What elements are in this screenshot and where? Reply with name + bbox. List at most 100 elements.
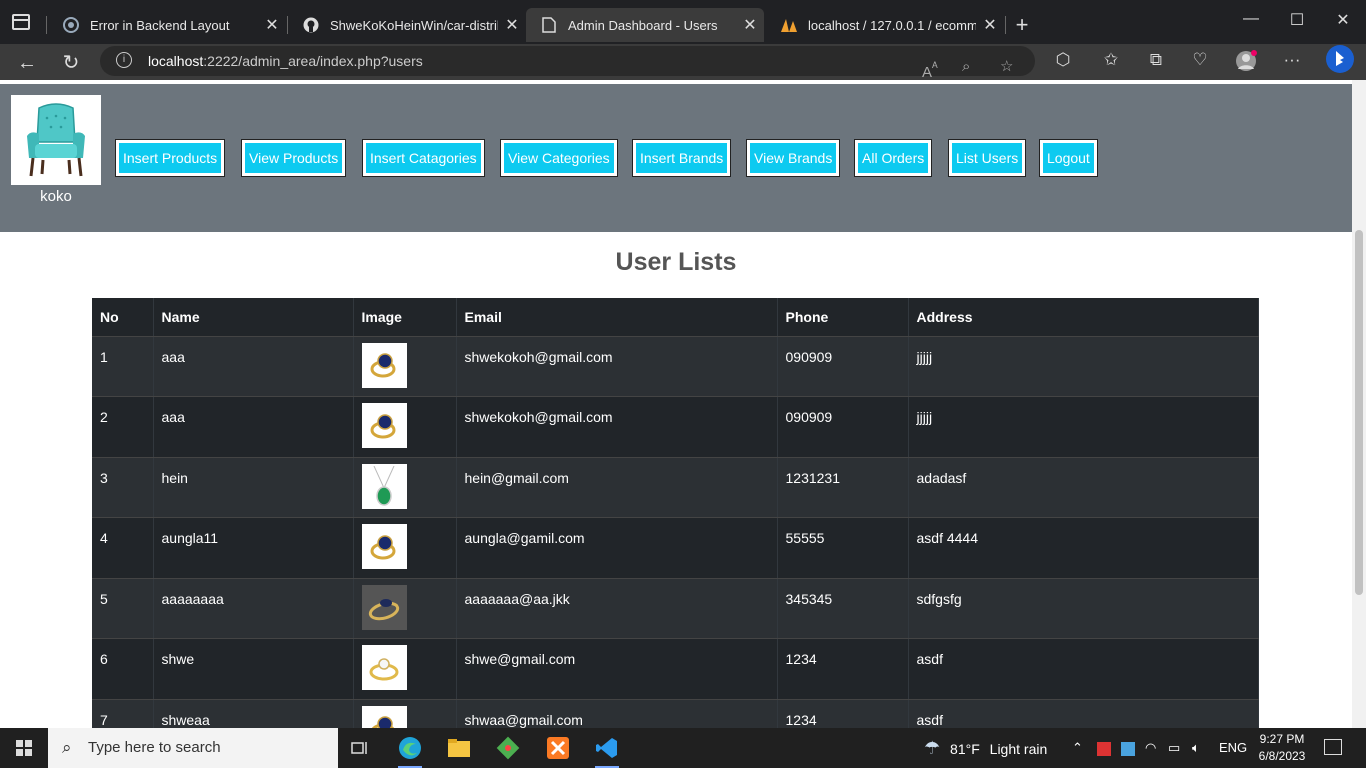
weather-widget[interactable]: ☂ 81°F Light rain bbox=[924, 728, 1047, 768]
cell-address: asdf bbox=[908, 638, 1259, 700]
view-categories-button[interactable]: View Categories bbox=[500, 139, 618, 177]
insert-brands-button[interactable]: Insert Brands bbox=[632, 139, 732, 177]
nav-label: View Products bbox=[245, 143, 343, 173]
cell-no: 4 bbox=[92, 517, 154, 579]
windows-start-icon[interactable] bbox=[16, 740, 32, 756]
minimize-icon[interactable]: — bbox=[1228, 10, 1274, 28]
close-icon[interactable]: ✕ bbox=[498, 15, 526, 35]
edge-taskbar-icon[interactable] bbox=[390, 732, 430, 768]
xampp-icon[interactable] bbox=[538, 732, 578, 764]
tab-admin-dashboard[interactable]: Admin Dashboard - Users ✕ bbox=[526, 8, 764, 42]
user-image bbox=[361, 645, 407, 690]
url-field[interactable]: i localhost:2222/admin_area/index.php?us… bbox=[100, 46, 1035, 81]
list-users-button[interactable]: List Users bbox=[948, 139, 1027, 177]
cell-email: shwe@gmail.com bbox=[456, 638, 778, 700]
back-icon[interactable]: ← bbox=[12, 48, 42, 78]
table-row: 1 aaa shwekokoh@gmail.com 090909 jjjjj bbox=[92, 336, 1259, 397]
browser-essentials-icon[interactable]: ♡ bbox=[1188, 50, 1212, 70]
cell-address: sdfgsfg bbox=[908, 578, 1259, 639]
search-placeholder: Type here to search bbox=[88, 739, 221, 756]
vscode-icon[interactable] bbox=[587, 732, 627, 768]
cell-address: adadasf bbox=[908, 457, 1259, 518]
cell-image bbox=[353, 699, 457, 728]
collections-icon[interactable]: ⧉ bbox=[1144, 50, 1168, 70]
cell-address: asdf bbox=[908, 699, 1259, 728]
weather-temp: 81°F bbox=[950, 741, 980, 757]
scrollbar-thumb[interactable] bbox=[1355, 230, 1363, 595]
nav-label: View Categories bbox=[504, 143, 614, 173]
extensions-icon[interactable]: ⬡ bbox=[1051, 50, 1075, 70]
refresh-icon[interactable]: ↻ bbox=[56, 48, 86, 78]
close-icon[interactable]: ✕ bbox=[976, 15, 1004, 35]
all-orders-button[interactable]: All Orders bbox=[854, 139, 933, 177]
table-row: 5 aaaaaaaa aaaaaaa@aa.jkk 345345 sdfgsfg bbox=[92, 578, 1259, 639]
header-phone: Phone bbox=[777, 298, 909, 337]
language-indicator[interactable]: ENG bbox=[1219, 728, 1247, 768]
user-image bbox=[361, 584, 407, 630]
tray-network-app-icon[interactable] bbox=[1121, 728, 1135, 768]
file-explorer-icon[interactable] bbox=[439, 732, 479, 764]
tray-app-icon[interactable] bbox=[1097, 728, 1111, 768]
show-hidden-icons-icon[interactable]: ⌃ bbox=[1072, 728, 1083, 768]
battery-icon[interactable]: ▭ bbox=[1168, 728, 1180, 768]
url-path: :2222/admin_area/index.php?users bbox=[203, 53, 423, 69]
cell-email: shwaa@gmail.com bbox=[456, 699, 778, 728]
cell-image bbox=[353, 336, 457, 397]
more-icon[interactable]: ··· bbox=[1280, 50, 1304, 70]
tab-title: Admin Dashboard - Users bbox=[568, 17, 718, 33]
header-no: No bbox=[92, 298, 154, 337]
wifi-icon[interactable]: ◠ bbox=[1145, 728, 1156, 768]
cell-name: shweaa bbox=[153, 699, 354, 728]
git-app-icon[interactable] bbox=[488, 732, 528, 764]
volume-icon[interactable]: 🔈︎ bbox=[1192, 728, 1200, 768]
profile-avatar-icon[interactable] bbox=[1234, 50, 1258, 77]
maximize-icon[interactable]: ☐ bbox=[1274, 10, 1320, 30]
logout-button[interactable]: Logout bbox=[1039, 139, 1098, 177]
new-tab-icon[interactable]: + bbox=[1010, 12, 1034, 38]
table-body: 1 aaa shwekokoh@gmail.com 090909 jjjjj 2 aaa sh… bbox=[92, 336, 1259, 728]
tab-title: ShweKoKoHeinWin/car-distributi bbox=[330, 17, 498, 33]
url-host: localhost bbox=[148, 53, 204, 69]
admin-avatar bbox=[11, 95, 101, 185]
view-products-button[interactable]: View Products bbox=[241, 139, 347, 177]
cell-email: aungla@gamil.com bbox=[456, 517, 778, 579]
github-icon bbox=[302, 16, 320, 34]
page-icon bbox=[540, 16, 558, 34]
bing-icon[interactable] bbox=[1325, 44, 1354, 79]
favorite-star-icon[interactable]: ☆ bbox=[1000, 52, 1013, 82]
task-view-icon[interactable] bbox=[340, 732, 380, 764]
notifications-icon[interactable] bbox=[1324, 739, 1342, 755]
tab-actions-icon[interactable] bbox=[12, 14, 30, 30]
user-image bbox=[361, 524, 407, 569]
table-row: 2 aaa shwekokoh@gmail.com 090909 jjjjj bbox=[92, 396, 1259, 458]
zoom-icon[interactable]: ⌕ bbox=[962, 52, 970, 82]
taskbar-clock[interactable]: 9:27 PM 6/8/2023 bbox=[1254, 731, 1310, 765]
window-close-icon[interactable]: ✕ bbox=[1320, 10, 1366, 30]
cell-image bbox=[353, 578, 457, 639]
view-brands-button[interactable]: View Brands bbox=[746, 139, 841, 177]
page-scrollbar[interactable] bbox=[1352, 80, 1366, 728]
taskbar-search-input[interactable]: ⌕ Type here to search bbox=[48, 728, 338, 768]
cell-phone: 1231231 bbox=[777, 457, 909, 518]
insert-products-button[interactable]: Insert Products bbox=[115, 139, 226, 177]
tab-error-backend[interactable]: Error in Backend Layout ✕ bbox=[48, 8, 286, 42]
close-icon[interactable]: ✕ bbox=[258, 15, 286, 35]
cell-no: 6 bbox=[92, 638, 154, 700]
close-icon[interactable]: ✕ bbox=[736, 15, 764, 35]
cell-no: 3 bbox=[92, 457, 154, 518]
tab-github[interactable]: ShweKoKoHeinWin/car-distributi ✕ bbox=[288, 8, 526, 42]
table-row: 6 shwe shwe@gmail.com 1234 asdf bbox=[92, 638, 1259, 700]
cell-address: jjjjj bbox=[908, 396, 1259, 458]
cell-email: shwekokoh@gmail.com bbox=[456, 396, 778, 458]
cell-name: aaaaaaaa bbox=[153, 578, 354, 639]
cell-no: 7 bbox=[92, 699, 154, 728]
cell-image bbox=[353, 638, 457, 700]
user-image bbox=[361, 342, 407, 388]
user-image bbox=[361, 403, 407, 448]
insert-categories-button[interactable]: Insert Catagories bbox=[362, 139, 485, 177]
armchair-image bbox=[27, 103, 85, 177]
favorites-icon[interactable]: ✩ bbox=[1099, 50, 1123, 70]
info-icon[interactable]: i bbox=[116, 52, 132, 68]
nav-label: Logout bbox=[1043, 143, 1094, 173]
tab-phpmyadmin[interactable]: localhost / 127.0.0.1 / ecommerc ✕ bbox=[766, 8, 1004, 42]
